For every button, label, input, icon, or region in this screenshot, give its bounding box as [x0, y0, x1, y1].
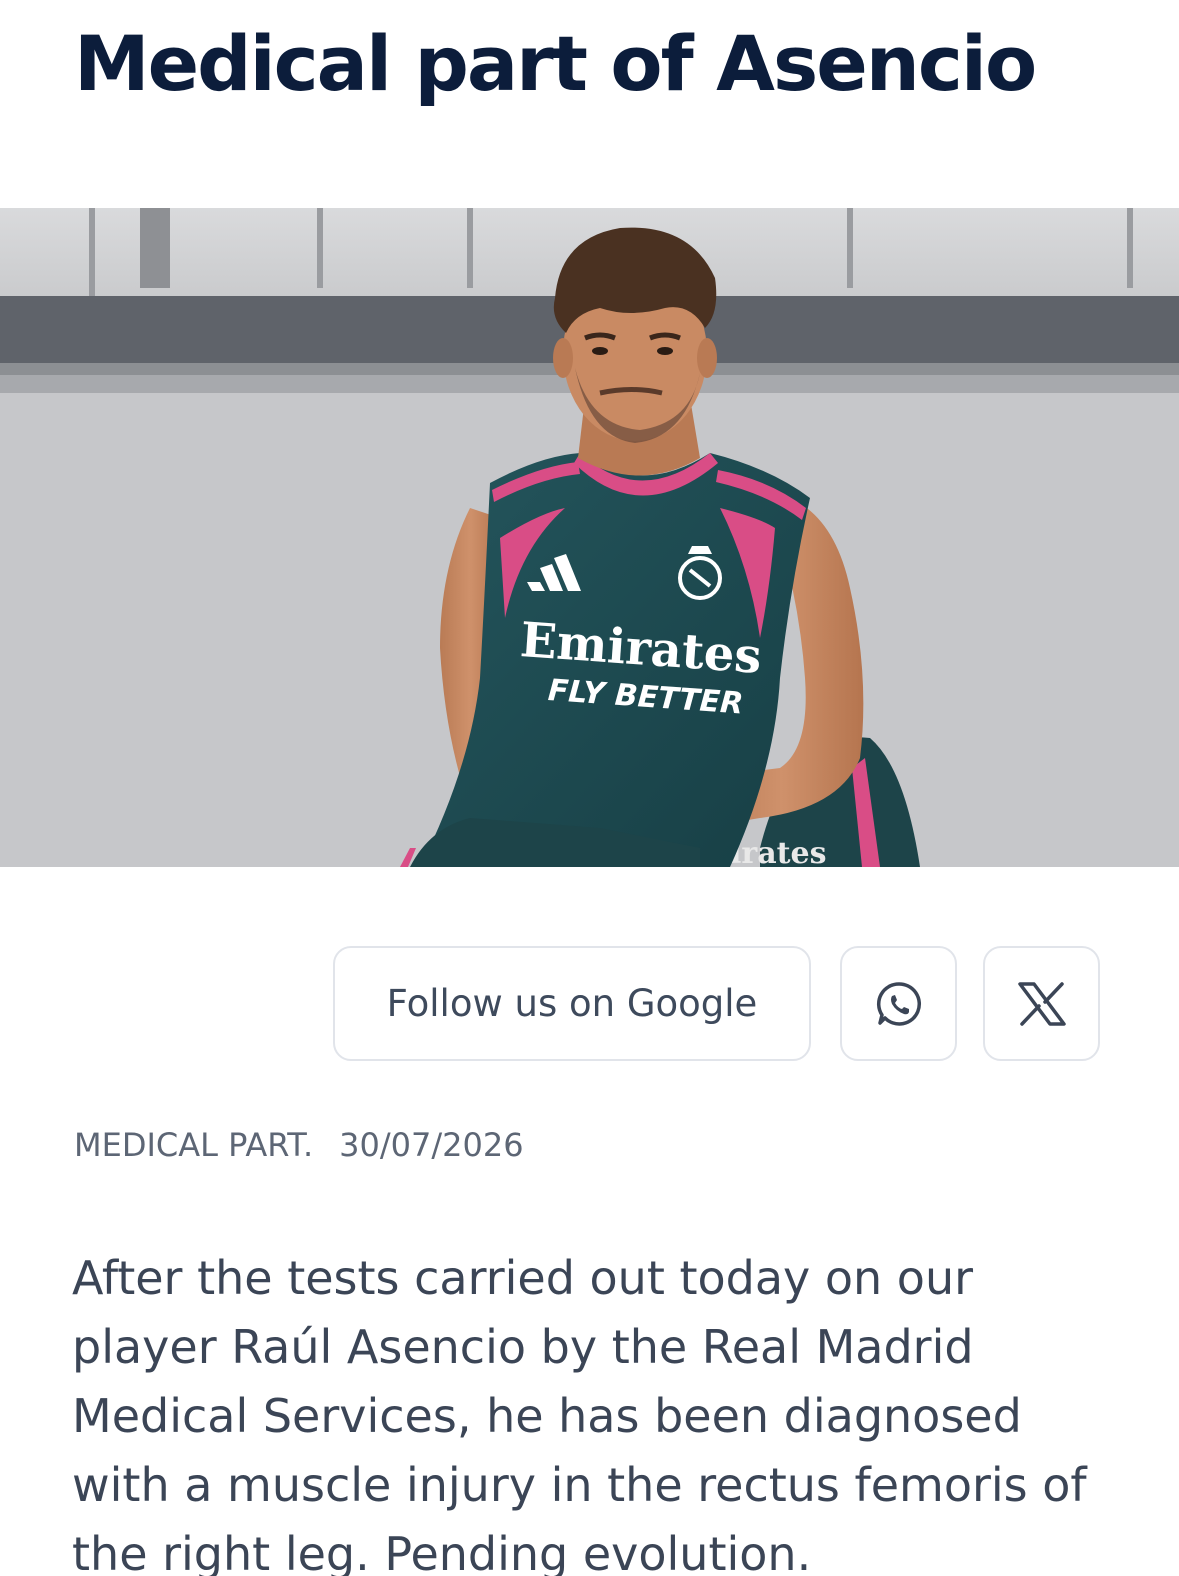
- article-date: 30/07/2026: [339, 1126, 524, 1164]
- background-jersey-text: irates: [730, 836, 826, 867]
- hero-image: irates Emirates FLY BETTER: [0, 208, 1179, 867]
- follow-google-label: Follow us on Google: [386, 982, 758, 1025]
- article-category: MEDICAL PART.: [74, 1126, 314, 1164]
- article-page: Medical part of Asencio irates Emirates …: [0, 0, 1179, 1576]
- article-meta: MEDICAL PART. 30/07/2026: [74, 1126, 524, 1164]
- follow-google-button[interactable]: Follow us on Google: [333, 946, 811, 1061]
- whatsapp-share-button[interactable]: [840, 946, 957, 1061]
- article-title: Medical part of Asencio: [74, 19, 1037, 108]
- x-share-button[interactable]: [983, 946, 1100, 1061]
- whatsapp-icon: [876, 981, 921, 1026]
- x-icon: [1017, 981, 1066, 1026]
- article-body: After the tests carried out today on our…: [72, 1251, 1087, 1576]
